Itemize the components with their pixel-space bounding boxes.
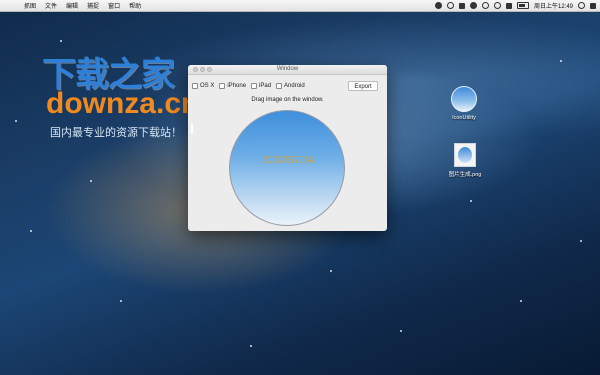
penguin-icon[interactable] xyxy=(469,2,477,9)
image-drop-zone[interactable]: ICONSTUA xyxy=(229,110,345,226)
menubar-clock[interactable]: 周日上午12:49 xyxy=(534,1,573,10)
desktop-icon-label: 图片生成.png xyxy=(448,172,482,178)
battery-icon[interactable] xyxy=(516,2,529,9)
desktop-icon-iconutility[interactable]: IconUtility xyxy=(444,86,484,121)
option-iphone[interactable]: iPhone xyxy=(219,83,246,89)
wifi-icon[interactable] xyxy=(493,2,501,9)
platform-options: OS X iPhone iPad Android xyxy=(192,83,310,89)
option-android[interactable]: Android xyxy=(276,83,305,89)
image-file-icon[interactable] xyxy=(454,143,476,167)
send-icon[interactable] xyxy=(458,2,465,9)
menu-item-window[interactable]: 窗口 xyxy=(108,1,120,10)
spotlight-search-icon[interactable] xyxy=(578,2,585,9)
close-window-icon[interactable] xyxy=(193,67,198,72)
menu-item-grab[interactable]: 抓图 xyxy=(24,1,36,10)
bluetooth-icon[interactable] xyxy=(481,2,489,9)
ipad-checkbox[interactable] xyxy=(251,83,258,89)
desktop-icon-png-file[interactable]: 图片生成.png xyxy=(447,143,483,178)
desktop-icon-label: IconUtility xyxy=(452,115,476,121)
osx-checkbox[interactable] xyxy=(192,83,198,89)
qq-icon[interactable] xyxy=(434,2,442,9)
text-cursor xyxy=(191,124,193,134)
window-title: Window xyxy=(276,66,299,72)
zoom-window-icon[interactable] xyxy=(207,67,212,72)
android-checkbox[interactable] xyxy=(276,83,283,89)
menu-item-file[interactable]: 文件 xyxy=(45,1,57,10)
android-label: Android xyxy=(284,83,305,89)
osx-label: OS X xyxy=(200,83,215,89)
menu-item-capture[interactable]: 捕捉 xyxy=(87,1,99,10)
minimize-window-icon[interactable] xyxy=(200,67,205,72)
volume-icon[interactable] xyxy=(505,2,512,9)
drop-zone-text: ICONSTUA xyxy=(262,155,314,166)
export-button[interactable]: Export xyxy=(348,81,378,91)
menu-item-edit[interactable]: 编辑 xyxy=(66,1,78,10)
sync-icon[interactable] xyxy=(446,2,454,9)
iphone-checkbox[interactable] xyxy=(219,83,226,89)
ipad-label: iPad xyxy=(259,83,272,89)
menu-bar: 抓图 文件 编辑 捕捉 窗口 帮助 周日上午12:49 xyxy=(0,0,600,12)
notification-center-icon[interactable] xyxy=(590,2,596,9)
option-osx[interactable]: OS X xyxy=(192,83,214,89)
status-tray: 周日上午12:49 xyxy=(434,0,596,11)
drag-hint: Drag image on the window. xyxy=(251,97,324,103)
window-titlebar[interactable]: Window xyxy=(188,65,387,75)
option-ipad[interactable]: iPad xyxy=(251,83,271,89)
app-window: Window OS X iPhone iPad Android Export D… xyxy=(188,65,387,231)
watermark-subtitle: 国内最专业的资源下载站！ xyxy=(50,127,182,139)
iphone-label: iPhone xyxy=(227,83,247,89)
watermark-title-en: downza.cn xyxy=(46,87,200,120)
iconutility-app-icon[interactable] xyxy=(451,86,477,112)
menu-item-help[interactable]: 帮助 xyxy=(129,1,141,10)
